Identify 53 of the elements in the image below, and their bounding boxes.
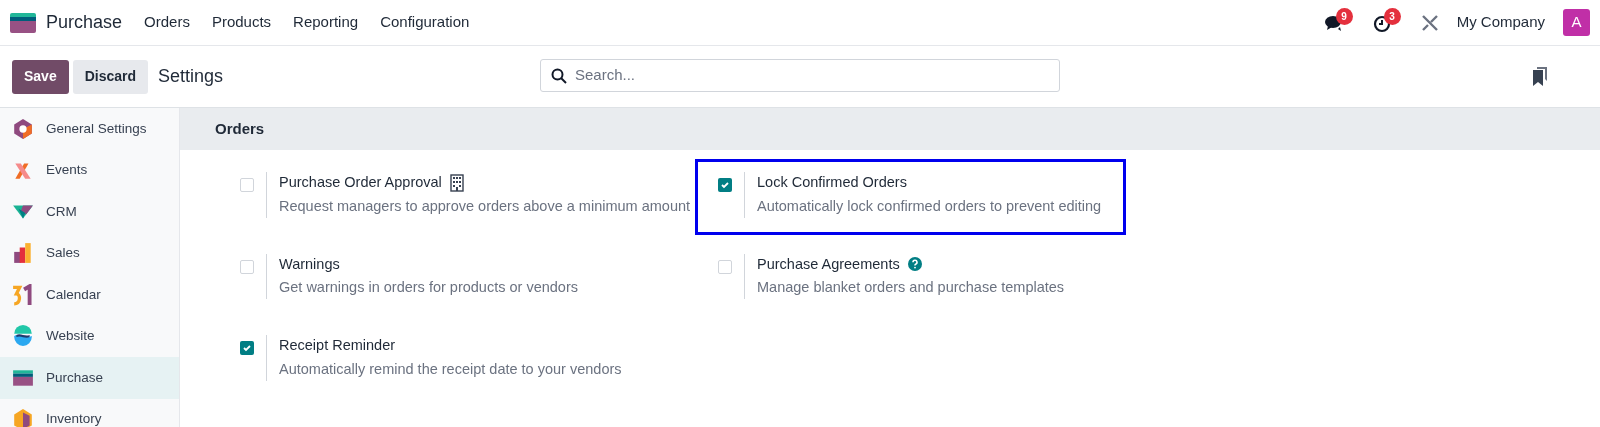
menu-item[interactable]: Products: [211, 11, 272, 34]
count-badge: 9: [1335, 7, 1353, 25]
page-title: Settings: [158, 65, 224, 88]
search-input[interactable]: Search...: [575, 64, 1049, 87]
setting-description: Request managers to approve orders above a minimum amount: [279, 196, 691, 216]
menu-item[interactable]: Reporting: [293, 11, 359, 34]
setting-description: Manage blanket orders and purchase templates: [757, 278, 1065, 298]
app-icon: [12, 408, 34, 427]
menu-item[interactable]: Orders: [144, 11, 190, 34]
save-button[interactable]: Save: [12, 59, 69, 94]
menu-item[interactable]: Configuration: [380, 11, 470, 34]
discard-button[interactable]: Discard: [72, 59, 149, 94]
messages-button[interactable]: 9: [1324, 9, 1355, 36]
sidebar-item[interactable]: Inventory: [0, 398, 179, 427]
checkbox[interactable]: [718, 259, 732, 274]
checkbox[interactable]: [240, 178, 254, 192]
setting-title: Purchase Order Approval: [279, 173, 442, 192]
tools-icon[interactable]: [1420, 13, 1439, 32]
sidebar-item[interactable]: CRM: [0, 191, 179, 233]
setting-description: Automatically lock confirmed orders to prevent editing: [757, 196, 1102, 216]
setting-description: Automatically remind the receipt date to your vendors: [279, 359, 622, 379]
count-badge: 3: [1383, 7, 1401, 25]
setting-title: Purchase Agreements: [757, 254, 900, 274]
bookmark-icon[interactable]: [1532, 67, 1548, 87]
search-icon: [551, 67, 567, 84]
check-icon: [720, 180, 730, 190]
app-icon: [12, 283, 34, 306]
checkbox[interactable]: [718, 178, 732, 192]
setting-title: Warnings: [279, 254, 340, 274]
app-logo-icon[interactable]: [10, 12, 36, 33]
sidebar-item[interactable]: Calendar: [0, 274, 179, 316]
building-icon: [449, 173, 464, 192]
sidebar-item[interactable]: Purchase: [0, 357, 179, 399]
sidebar-item[interactable]: General Settings: [0, 108, 179, 150]
user-avatar[interactable]: A: [1563, 9, 1590, 36]
setting-title: Lock Confirmed Orders: [757, 173, 907, 192]
app-icon: [12, 325, 34, 348]
setting-title: Receipt Reminder: [279, 336, 396, 355]
checkbox[interactable]: [240, 259, 254, 274]
sidebar-item[interactable]: Events: [0, 149, 179, 191]
check-icon: [242, 343, 252, 353]
app-icon: [12, 117, 34, 140]
sidebar-item[interactable]: Sales: [0, 232, 179, 274]
checkbox[interactable]: [240, 341, 254, 355]
app-name[interactable]: Purchase: [46, 9, 123, 36]
sidebar-item[interactable]: Website: [0, 315, 179, 357]
company-switcher[interactable]: My Company: [1456, 11, 1545, 34]
search-field[interactable]: Search...: [540, 59, 1060, 92]
activities-button[interactable]: 3: [1372, 9, 1403, 36]
section-title: Orders: [215, 118, 265, 139]
app-icon: [12, 242, 34, 265]
help-icon[interactable]: [907, 257, 922, 272]
setting-description: Get warnings in orders for products or vendors: [279, 278, 578, 298]
